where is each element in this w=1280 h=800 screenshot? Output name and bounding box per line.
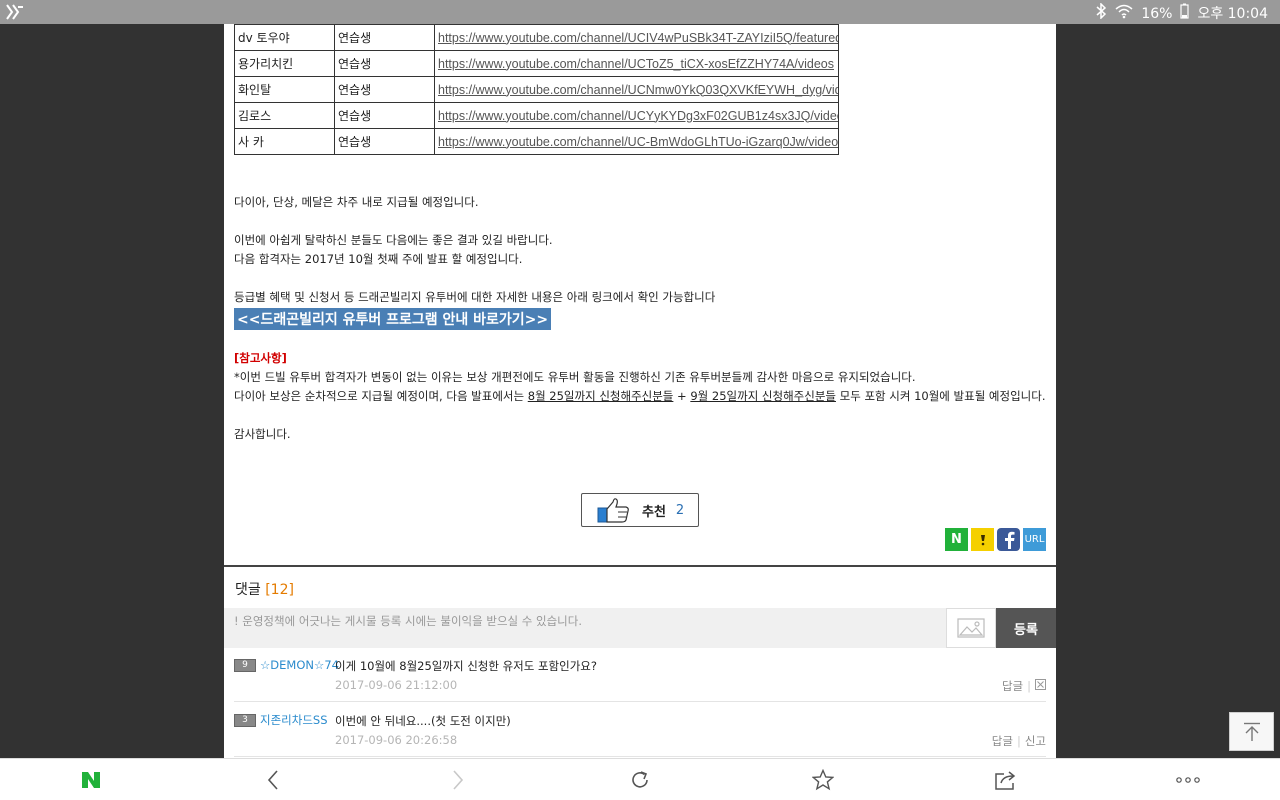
wifi-icon xyxy=(1115,3,1133,24)
table-cell-url: https://www.youtube.com/channel/UCYyKYDg… xyxy=(434,102,839,129)
clock: 오후 10:04 xyxy=(1197,5,1268,22)
comments-title: 댓글 xyxy=(235,582,261,598)
note-title: [참고사항] xyxy=(234,351,287,365)
table-cell-rank: 연습생 xyxy=(334,24,435,51)
note-underline: 9월 25일까지 신청해주신분들 xyxy=(690,389,836,403)
comment-text: 이게 10월에 8월25일까지 신청한 유저도 포함인가요? xyxy=(335,659,597,673)
table-cell-rank: 연습생 xyxy=(334,76,435,103)
note-text: + xyxy=(673,389,691,403)
level-badge: 3 xyxy=(234,714,256,727)
bookmark-star-icon[interactable] xyxy=(803,759,843,800)
comment-actions: 답글 | 신고 xyxy=(992,733,1046,749)
article-paragraph: 이번에 아쉽게 탈락하신 분들도 다음에는 좋은 결과 있길 바랍니다. xyxy=(234,233,553,247)
arrow-up-icon xyxy=(1243,722,1260,741)
table-cell-rank: 연습생 xyxy=(334,102,435,129)
comments-count: [12] xyxy=(265,582,294,598)
article-paragraph: 등급별 혜택 및 신청서 등 드래곤빌리지 유투버에 대한 자세한 내용은 아래… xyxy=(234,290,716,304)
browser-toolbar xyxy=(0,758,1280,800)
note-text: 모두 포함 시켜 10월에 발표될 예정입니다. xyxy=(835,389,1046,403)
comment-author[interactable]: ☆DEMON☆74 xyxy=(260,658,339,673)
kakao-share-icon[interactable] xyxy=(971,528,994,551)
share-icon[interactable] xyxy=(986,759,1026,800)
reply-button[interactable]: 답글 xyxy=(992,733,1013,749)
app-logo-icon xyxy=(6,3,24,21)
table-cell-url: https://www.youtube.com/channel/UC-BmWdo… xyxy=(434,128,839,155)
table-cell-name: 김로스 xyxy=(234,102,335,129)
section-divider xyxy=(224,565,1056,567)
battery-icon xyxy=(1180,3,1190,24)
table-cell-url: https://www.youtube.com/channel/UCIV4wPu… xyxy=(434,24,839,51)
delete-icon[interactable] xyxy=(1035,679,1046,693)
url-copy-icon[interactable]: URL xyxy=(1023,528,1046,551)
note-line: *이번 드빌 유투버 합격자가 변동이 없는 이유는 보상 개편전에도 유투버 … xyxy=(234,370,916,384)
channel-link[interactable]: https://www.youtube.com/channel/UC-BmWdo… xyxy=(438,135,838,149)
table-cell-name: 용가리치킨 xyxy=(234,50,335,77)
bluetooth-icon xyxy=(1095,2,1107,24)
recommend-label: 추천 xyxy=(642,504,666,520)
table-row: 사 카 연습생 https://www.youtube.com/channel/… xyxy=(234,128,839,155)
comment-author[interactable]: 지존리차드SS xyxy=(260,713,332,728)
table-cell-url: https://www.youtube.com/channel/UCToZ5_t… xyxy=(434,50,839,77)
table-cell-name: dv 토우야 xyxy=(234,24,335,51)
table-cell-url: https://www.youtube.com/channel/UCNmw0Yk… xyxy=(434,76,839,103)
recommend-button[interactable]: 추천 2 xyxy=(581,493,699,527)
naver-home-icon[interactable] xyxy=(71,759,111,800)
article-paragraph: 다이아, 단상, 메달은 차주 내로 지급될 예정입니다. xyxy=(234,195,479,209)
article-closing: 감사합니다. xyxy=(234,427,291,441)
facebook-share-icon[interactable] xyxy=(997,528,1020,551)
channel-link[interactable]: https://www.youtube.com/channel/UCNmw0Yk… xyxy=(438,83,838,97)
attach-image-icon[interactable] xyxy=(946,608,996,648)
comment-input[interactable]: ! 운영정책에 어긋나는 게시물 등록 시에는 불이익을 받으실 수 있습니다. xyxy=(234,613,582,629)
submit-comment-button[interactable]: 등록 xyxy=(996,608,1056,648)
comment-date: 2017-09-06 21:12:00 xyxy=(335,678,458,692)
table-cell-rank: 연습생 xyxy=(334,50,435,77)
forward-icon[interactable] xyxy=(438,759,478,800)
comments-header: 댓글 [12] xyxy=(235,579,294,599)
comment-divider xyxy=(234,756,1046,757)
comment-divider xyxy=(234,701,1046,702)
back-icon[interactable] xyxy=(253,759,293,800)
naver-share-icon[interactable]: N xyxy=(945,528,968,551)
scroll-to-top-button[interactable] xyxy=(1229,712,1274,751)
table-cell-name: 사 카 xyxy=(234,128,335,155)
table-row: 화인탈 연습생 https://www.youtube.com/channel/… xyxy=(234,76,839,103)
channel-link[interactable]: https://www.youtube.com/channel/UCToZ5_t… xyxy=(438,57,834,71)
reply-button[interactable]: 답글 xyxy=(1002,678,1023,694)
youtuber-guide-link[interactable]: <<드래곤빌리지 유투버 프로그램 안내 바로가기>> xyxy=(234,308,552,330)
share-bar: N URL xyxy=(945,528,1046,551)
more-menu-icon[interactable] xyxy=(1168,759,1208,800)
table-cell-rank: 연습생 xyxy=(334,128,435,155)
thumbs-up-icon xyxy=(596,497,630,523)
article-paragraph: 다음 합격자는 2017년 10월 첫째 주에 발표 할 예정입니다. xyxy=(234,252,523,266)
separator: | xyxy=(1016,734,1021,748)
separator: | xyxy=(1027,679,1031,693)
note-line: 다이아 보상은 순차적으로 지급될 예정이며, 다음 발표에서는 8월 25일까… xyxy=(234,388,1046,404)
table-row: dv 토우야 연습생 https://www.youtube.com/chann… xyxy=(234,24,839,51)
channel-link[interactable]: https://www.youtube.com/channel/UCYyKYDg… xyxy=(438,109,838,123)
refresh-icon[interactable] xyxy=(620,759,660,800)
table-row: 김로스 연습생 https://www.youtube.com/channel/… xyxy=(234,102,839,129)
note-text: 다이아 보상은 순차적으로 지급될 예정이며, 다음 발표에서는 xyxy=(234,389,528,403)
table-row: 용가리치킨 연습생 https://www.youtube.com/channe… xyxy=(234,50,839,77)
table-cell-name: 화인탈 xyxy=(234,76,335,103)
comment-text: 이번에 안 뒤네요....(첫 도전 이지만) xyxy=(335,714,511,728)
youtuber-table: dv 토우야 연습생 https://www.youtube.com/chann… xyxy=(234,24,839,155)
battery-level: 16% xyxy=(1141,5,1173,22)
comment-actions: 답글 | xyxy=(1002,678,1046,694)
level-badge: 9 xyxy=(234,659,256,672)
web-page[interactable]: dv 토우야 연습생 https://www.youtube.com/chann… xyxy=(224,24,1056,758)
report-button[interactable]: 신고 xyxy=(1025,733,1046,749)
channel-link[interactable]: https://www.youtube.com/channel/UCIV4wPu… xyxy=(438,31,838,45)
recommend-count: 2 xyxy=(675,502,685,518)
comment-date: 2017-09-06 20:26:58 xyxy=(335,733,458,747)
status-bar: 16% 오후 10:04 xyxy=(0,0,1280,24)
note-underline: 8월 25일까지 신청해주신분들 xyxy=(527,389,674,403)
comment-form: ! 운영정책에 어긋나는 게시물 등록 시에는 불이익을 받으실 수 있습니다.… xyxy=(224,608,1056,648)
